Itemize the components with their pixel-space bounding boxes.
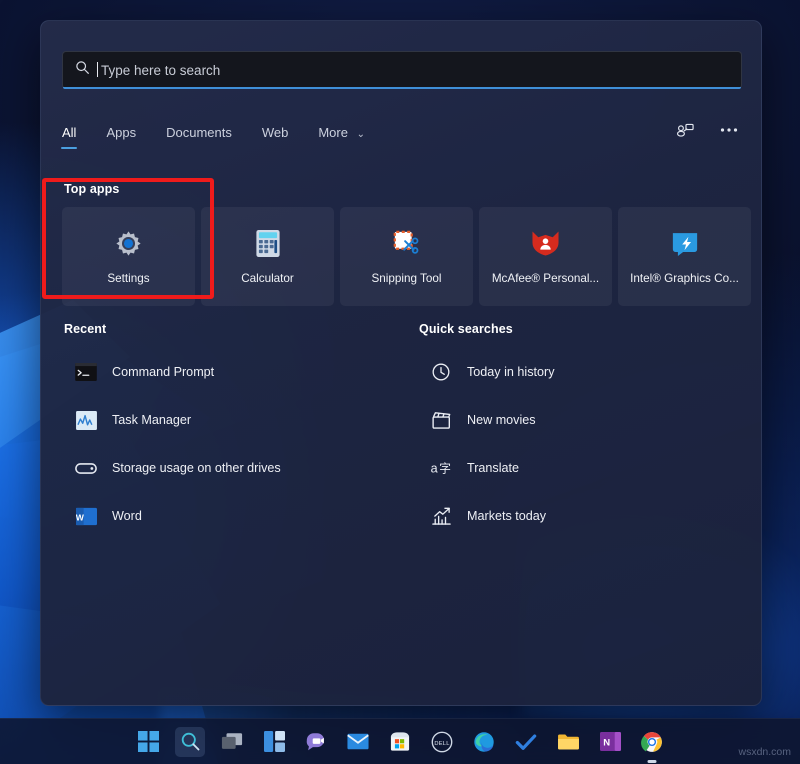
- list-item[interactable]: Today in history: [416, 348, 746, 396]
- app-card-intel-graphics[interactable]: Intel® Graphics Co...: [618, 207, 751, 306]
- tab-label: Documents: [166, 125, 232, 140]
- section-title-recent: Recent: [64, 322, 106, 336]
- tab-label: Web: [262, 125, 289, 140]
- svg-text:W: W: [76, 512, 85, 522]
- drive-icon: [75, 457, 97, 479]
- recent-list: Command Prompt Task Manager Storage usag…: [61, 348, 406, 540]
- taskbar-widgets-button[interactable]: [259, 727, 289, 757]
- intel-graphics-icon: [670, 229, 700, 259]
- command-prompt-icon: [75, 361, 97, 383]
- running-indicator: [648, 760, 657, 763]
- mcafee-shield-icon: [531, 229, 561, 259]
- tab-more[interactable]: More ⌄: [318, 119, 365, 149]
- tab-all[interactable]: All: [62, 119, 76, 149]
- tab-label: All: [62, 125, 76, 140]
- search-icon: [75, 60, 90, 80]
- app-card-calculator[interactable]: Calculator: [201, 207, 334, 306]
- calculator-icon: [253, 229, 283, 259]
- list-item-label: Today in history: [467, 365, 555, 379]
- task-manager-icon: [75, 409, 97, 431]
- search-box-container: Type here to search: [62, 51, 742, 89]
- taskbar-microsoft-store-button[interactable]: [385, 727, 415, 757]
- app-card-snipping-tool[interactable]: Snipping Tool: [340, 207, 473, 306]
- svg-text:DELL: DELL: [434, 740, 449, 746]
- section-title-top-apps: Top apps: [64, 182, 119, 196]
- quick-searches-list: Today in history New movies a 字 Translat…: [416, 348, 746, 540]
- text-caret: [97, 62, 98, 77]
- taskbar-microsoft-todo-button[interactable]: [511, 727, 541, 757]
- taskbar-teams-chat-button[interactable]: [301, 727, 331, 757]
- taskbar-search-button[interactable]: [175, 727, 205, 757]
- list-item-label: New movies: [467, 413, 536, 427]
- tab-documents[interactable]: Documents: [166, 119, 232, 149]
- taskbar-onenote-button[interactable]: N: [595, 727, 625, 757]
- app-label: Calculator: [241, 272, 294, 285]
- list-item[interactable]: a 字 Translate: [416, 444, 746, 492]
- chart-up-icon: [430, 505, 452, 527]
- list-item[interactable]: New movies: [416, 396, 746, 444]
- taskbar: DELL N: [0, 718, 800, 764]
- search-input[interactable]: Type here to search: [62, 51, 742, 89]
- translate-icon: a 字: [430, 457, 452, 479]
- clapperboard-icon: [430, 409, 452, 431]
- tab-web[interactable]: Web: [262, 119, 289, 149]
- filter-tabs: All Apps Documents Web More ⌄: [62, 119, 395, 149]
- list-item[interactable]: W Word: [61, 492, 406, 540]
- svg-text:a: a: [431, 462, 438, 476]
- taskbar-microsoft-edge-button[interactable]: [469, 727, 499, 757]
- header-actions: [673, 119, 741, 141]
- list-item[interactable]: Command Prompt: [61, 348, 406, 396]
- list-item-label: Task Manager: [112, 413, 191, 427]
- taskbar-dell-button[interactable]: DELL: [427, 727, 457, 757]
- app-card-mcafee[interactable]: McAfee® Personal...: [479, 207, 612, 306]
- list-item-label: Storage usage on other drives: [112, 461, 281, 475]
- list-item[interactable]: Task Manager: [61, 396, 406, 444]
- app-label: Settings: [107, 272, 149, 285]
- app-label: McAfee® Personal...: [492, 272, 599, 285]
- settings-gear-icon: [114, 229, 144, 259]
- clock-icon: [430, 361, 452, 383]
- taskbar-task-view-button[interactable]: [217, 727, 247, 757]
- taskbar-mail-button[interactable]: [343, 727, 373, 757]
- tab-apps[interactable]: Apps: [106, 119, 136, 149]
- app-label: Intel® Graphics Co...: [630, 272, 739, 285]
- list-item-label: Command Prompt: [112, 365, 214, 379]
- taskbar-start-button[interactable]: [133, 727, 163, 757]
- snipping-tool-icon: [392, 229, 422, 259]
- svg-text:字: 字: [439, 462, 451, 476]
- tab-label: More: [318, 125, 348, 140]
- work-school-account-icon[interactable]: [673, 119, 697, 141]
- list-item-label: Word: [112, 509, 142, 523]
- tab-label: Apps: [106, 125, 136, 140]
- list-item[interactable]: Markets today: [416, 492, 746, 540]
- search-placeholder-text: Type here to search: [101, 63, 220, 78]
- list-item-label: Markets today: [467, 509, 546, 523]
- more-options-icon[interactable]: [717, 119, 741, 141]
- taskbar-google-chrome-button[interactable]: [637, 727, 667, 757]
- watermark: wsxdn.com: [738, 746, 791, 758]
- top-apps-list: Settings Calculator: [62, 207, 751, 306]
- list-item-label: Translate: [467, 461, 519, 475]
- word-icon: W: [75, 505, 97, 527]
- chevron-down-icon: ⌄: [357, 129, 365, 140]
- svg-text:N: N: [603, 738, 610, 749]
- list-item[interactable]: Storage usage on other drives: [61, 444, 406, 492]
- taskbar-file-explorer-button[interactable]: [553, 727, 583, 757]
- windows-search-panel: Type here to search All Apps Documents W…: [40, 20, 762, 706]
- app-label: Snipping Tool: [372, 272, 442, 285]
- section-title-quick-searches: Quick searches: [419, 322, 513, 336]
- app-card-settings[interactable]: Settings: [62, 207, 195, 306]
